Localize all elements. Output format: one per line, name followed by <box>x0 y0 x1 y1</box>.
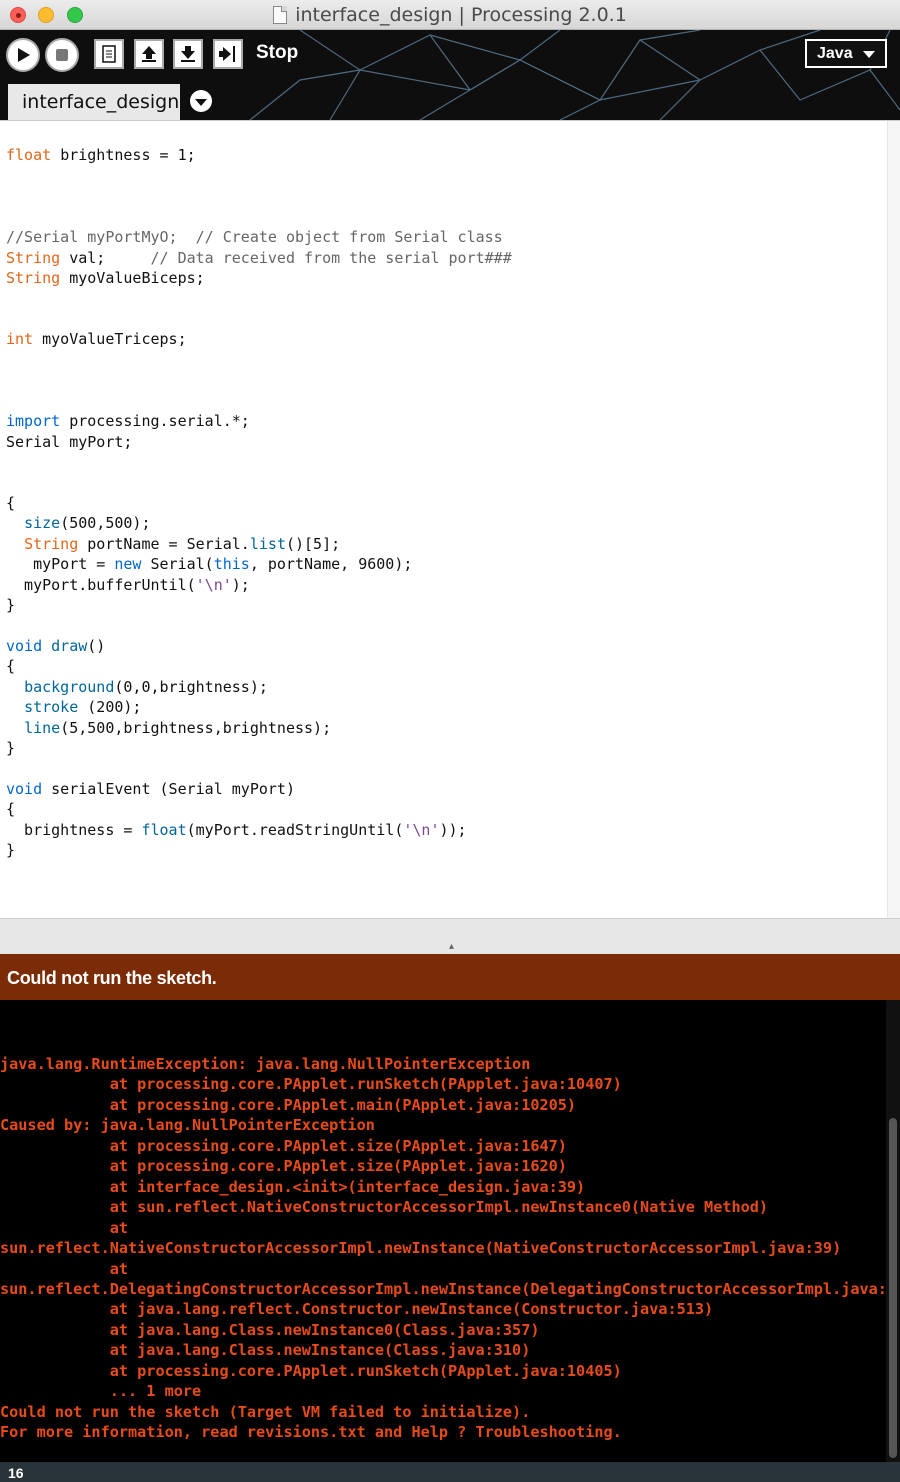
console-line: at processing.core.PApplet.main(PApplet.… <box>0 1095 577 1114</box>
status-message: Could not run the sketch. <box>7 968 217 988</box>
console-line: Could not run the sketch (Target VM fail… <box>0 1402 531 1421</box>
new-sketch-icon <box>102 45 116 63</box>
toolbar: Stop Java interface_design <box>0 30 900 120</box>
console-line: For more information, read revisions.txt… <box>0 1423 622 1442</box>
console-line: at java.lang.Class.newInstance0(Class.ja… <box>0 1320 540 1339</box>
play-icon <box>18 48 30 62</box>
console-line: Caused by: java.lang.NullPointerExceptio… <box>0 1116 375 1135</box>
console-line: at <box>0 1218 129 1237</box>
mode-label: Java <box>817 45 853 62</box>
tab-menu-button[interactable] <box>190 90 212 112</box>
export-arrow-right-icon <box>219 46 235 62</box>
editor-scrollbar[interactable] <box>887 121 900 919</box>
open-arrow-up-icon <box>142 46 156 62</box>
status-bar: Could not run the sketch. <box>0 954 900 1000</box>
window-title-wrap: interface_design | Processing 2.0.1 <box>0 4 900 26</box>
code-line-1: brightness = 1; <box>60 146 196 165</box>
pane-divider[interactable]: ▴ <box>0 918 900 954</box>
window-title: interface_design | Processing 2.0.1 <box>295 4 627 26</box>
code-text[interactable]: float brightness = 1;//Serial myPortMyO;… <box>6 125 512 902</box>
save-arrow-down-icon <box>181 46 195 62</box>
tab-interface-design[interactable]: interface_design <box>8 84 180 120</box>
save-button[interactable] <box>173 39 203 69</box>
title-bar: interface_design | Processing 2.0.1 <box>0 0 900 30</box>
console-line: at <box>0 1259 129 1278</box>
console-line: sun.reflect.NativeConstructorAccessorImp… <box>0 1239 842 1258</box>
run-button[interactable] <box>6 38 40 72</box>
console-line: at java.lang.Class.newInstance(Class.jav… <box>0 1341 531 1360</box>
console-line: at interface_design.<init>(interface_des… <box>0 1177 586 1196</box>
toolbar-status-label: Stop <box>256 42 299 63</box>
divider-grip-icon: ▴ <box>449 941 455 952</box>
stop-icon <box>56 49 68 61</box>
new-button[interactable] <box>94 39 124 69</box>
mode-selector[interactable]: Java <box>805 39 887 68</box>
console-line: at processing.core.PApplet.runSketch(PAp… <box>0 1075 622 1094</box>
export-button[interactable] <box>213 39 243 69</box>
console-line: at processing.core.PApplet.runSketch(PAp… <box>0 1361 622 1380</box>
console-panel[interactable]: java.lang.RuntimeException: java.lang.Nu… <box>0 1000 900 1462</box>
code-line-5: //Serial myPortMyO; // Create object fro… <box>6 228 503 247</box>
console-line: at java.lang.reflect.Constructor.newInst… <box>0 1300 714 1319</box>
line-number-bar: 16 <box>0 1462 900 1482</box>
open-button[interactable] <box>134 39 164 69</box>
console-line: sun.reflect.DelegatingConstructorAccesso… <box>0 1279 900 1298</box>
console-scrollbar[interactable] <box>886 1000 900 1462</box>
chevron-down-icon <box>863 51 875 58</box>
console-line: ... 1 more <box>0 1382 202 1401</box>
console-output: java.lang.RuntimeException: java.lang.Nu… <box>0 1054 900 1443</box>
console-line: at sun.reflect.NativeConstructorAccessor… <box>0 1198 769 1217</box>
document-icon <box>273 6 288 24</box>
current-line-number: 16 <box>8 1465 24 1481</box>
console-line: at processing.core.PApplet.size(PApplet.… <box>0 1157 567 1176</box>
console-line: java.lang.RuntimeException: java.lang.Nu… <box>0 1055 531 1073</box>
console-line: at processing.core.PApplet.size(PApplet.… <box>0 1136 567 1155</box>
code-editor[interactable]: float brightness = 1;//Serial myPortMyO;… <box>0 120 900 919</box>
stop-button[interactable] <box>45 38 79 72</box>
console-scroll-thumb[interactable] <box>889 1118 897 1458</box>
tab-label: interface_design <box>22 91 180 113</box>
